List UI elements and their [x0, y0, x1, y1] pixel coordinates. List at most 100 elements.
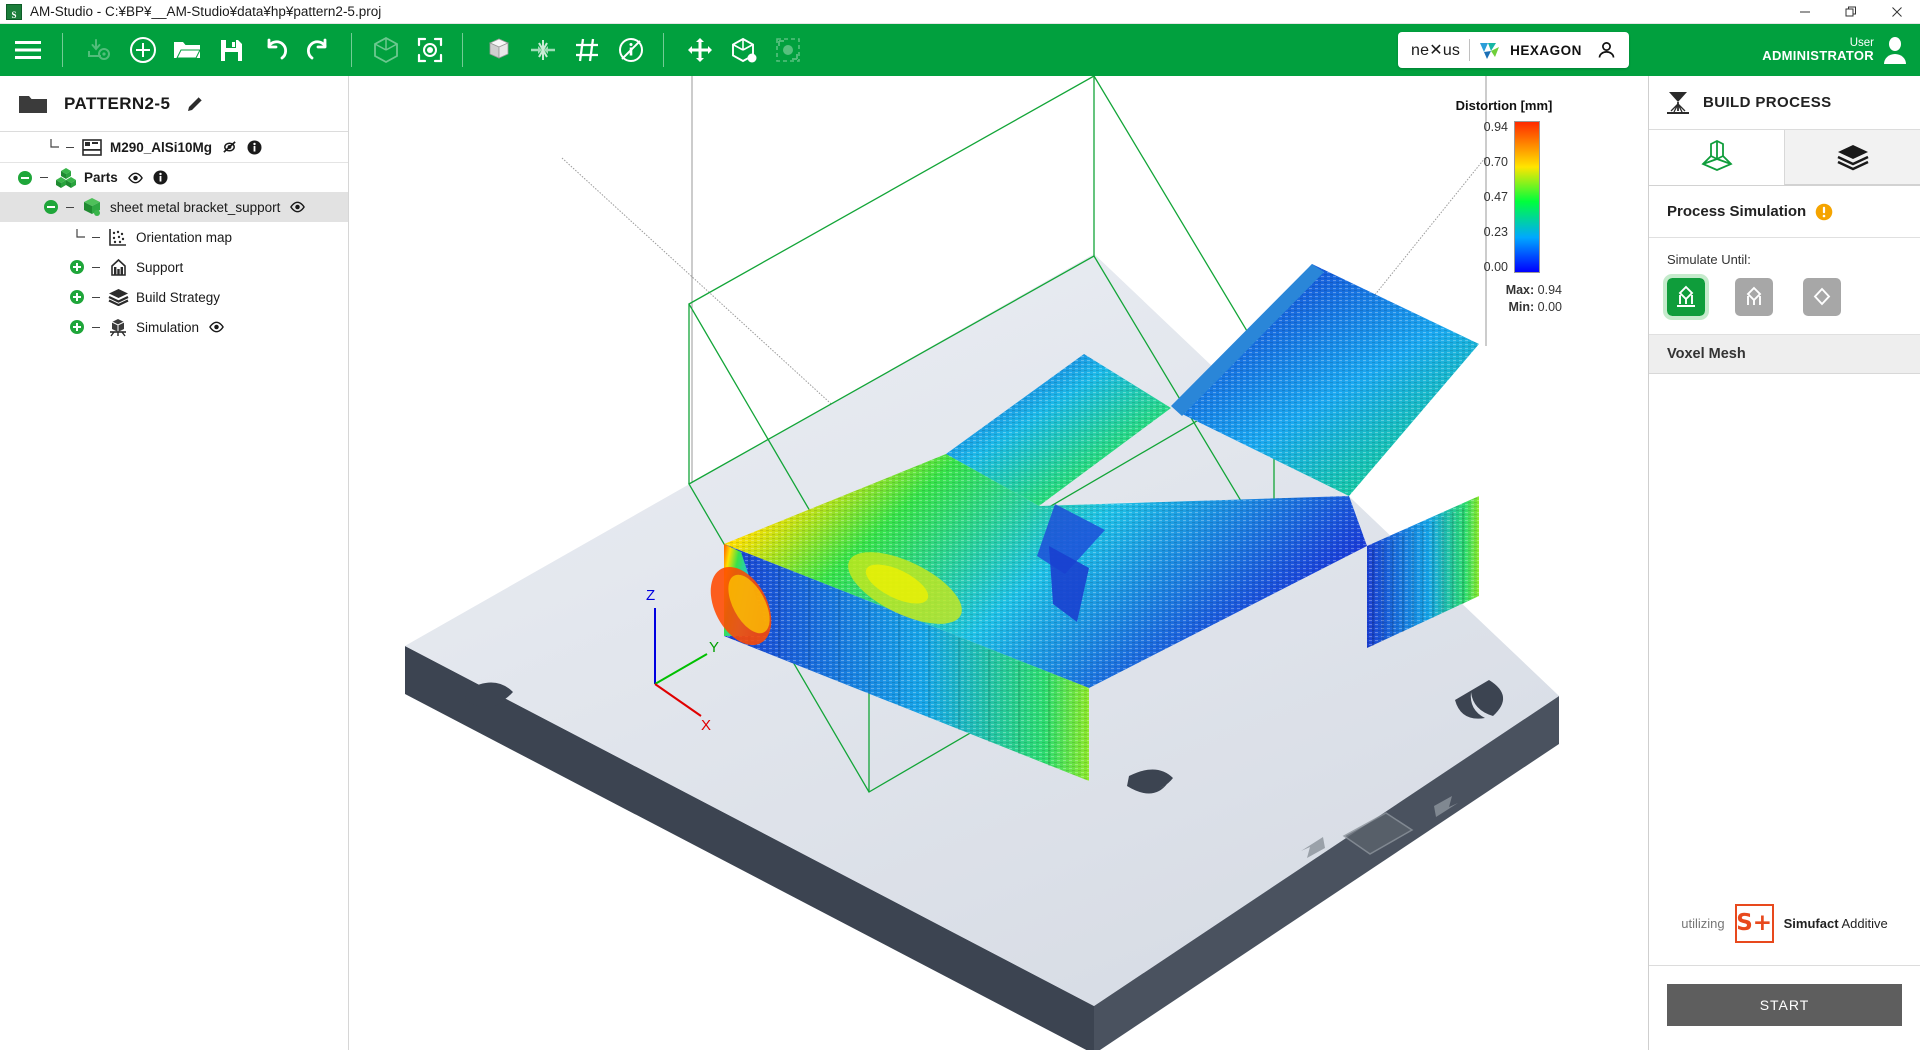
warning-exclamation-icon[interactable]: [1815, 203, 1833, 221]
user-block[interactable]: User ADMINISTRATOR: [1762, 24, 1908, 76]
info-circle-icon[interactable]: [247, 140, 262, 155]
user-avatar-icon: [1884, 37, 1906, 64]
pencil-edit-icon[interactable]: [186, 94, 205, 113]
scale-part-icon[interactable]: [766, 28, 810, 72]
info-circle-icon[interactable]: [153, 170, 168, 185]
visible-eye-icon[interactable]: [127, 170, 143, 185]
legend-minmax: Max: 0.94 Min: 0.00: [1444, 282, 1564, 316]
toolbar-divider: [62, 33, 63, 67]
close-button[interactable]: [1874, 0, 1920, 24]
part-only-icon: [1813, 287, 1831, 306]
tree-item-orientation-map[interactable]: Orientation map: [0, 222, 348, 252]
utilizing-label: utilizing: [1681, 916, 1725, 931]
place-part-icon[interactable]: [722, 28, 766, 72]
simufact-brand: Simufact: [1783, 916, 1839, 931]
nexus-hexagon-badge[interactable]: ne✕us HEXAGON: [1398, 32, 1629, 68]
restore-button[interactable]: [1828, 0, 1874, 24]
tree-item-label: Orientation map: [136, 229, 233, 245]
hidden-eye-slash-icon[interactable]: [222, 140, 237, 155]
tree-item-support[interactable]: Support: [0, 252, 348, 282]
tree-connector: [92, 296, 100, 298]
open-folder-icon[interactable]: [165, 28, 209, 72]
redo-icon[interactable]: [297, 28, 341, 72]
visible-eye-icon[interactable]: [209, 320, 224, 335]
expander-plus-icon[interactable]: [69, 319, 85, 335]
axis-label-z: Z: [646, 587, 655, 604]
simulate-until-part-button[interactable]: [1803, 278, 1841, 316]
tree-item-m290-alsi10mg[interactable]: M290_AlSi10Mg: [0, 132, 348, 162]
info-circle-icon[interactable]: [247, 140, 262, 155]
axis-label-x: X: [701, 717, 711, 734]
visible-eye-icon[interactable]: [209, 321, 224, 333]
legend-tick: 0.00: [1483, 259, 1508, 274]
visible-eye-icon[interactable]: [127, 172, 143, 184]
tree-connector: [69, 229, 85, 245]
wireframe-cube-icon[interactable]: [364, 28, 408, 72]
layers-stack-icon: [107, 287, 129, 307]
simulate-until-group: Simulate Until:: [1649, 238, 1920, 334]
machine-icon: [82, 138, 102, 156]
panel-spacer: [1649, 374, 1920, 904]
tree-item-sheet-metal-bracket-support[interactable]: sheet metal bracket_support: [0, 192, 348, 222]
undo-icon[interactable]: [253, 28, 297, 72]
window-controls: [1782, 0, 1920, 24]
tab-build-layers[interactable]: [1784, 130, 1920, 185]
panel-tabs: [1649, 130, 1920, 186]
legend-min-label: Min:: [1508, 299, 1535, 314]
hidden-eye-slash-icon[interactable]: [222, 140, 237, 154]
solid-cube-icon[interactable]: [477, 28, 521, 72]
tree-item-build-strategy[interactable]: Build Strategy: [0, 282, 348, 312]
viewport-3d[interactable]: Z Y X Distortion [mm] 0.94 0.70 0.47 0.2…: [349, 76, 1648, 1050]
legend-max-label: Max:: [1505, 283, 1535, 297]
toolbar-divider: [663, 33, 664, 67]
hamburger-menu-icon[interactable]: [6, 28, 50, 72]
folder-icon: [19, 95, 47, 113]
utilizing-block: utilizing S+ Simufact Additive: [1649, 904, 1920, 965]
build-process-panel: BUILD PROCESS Process Simulation Simulat…: [1648, 76, 1920, 1050]
account-person-icon[interactable]: [1597, 41, 1616, 60]
machine-icon: [81, 137, 103, 157]
tree-item-simulation[interactable]: Simulation: [0, 312, 348, 342]
part-on-supports-icon: [1700, 139, 1733, 171]
expander-plus-icon[interactable]: [69, 289, 85, 305]
no-info-circle-icon[interactable]: [609, 28, 653, 72]
new-plus-icon[interactable]: [121, 28, 165, 72]
tree-item-label: Build Strategy: [136, 289, 221, 305]
minimize-button[interactable]: [1782, 0, 1828, 24]
tree-connector: [92, 266, 100, 268]
expander-minus-icon[interactable]: [43, 199, 59, 215]
app-icon: [6, 3, 22, 20]
panel-title: BUILD PROCESS: [1703, 94, 1832, 111]
legend-colorbar: [1514, 121, 1540, 273]
part-supports-plate-icon: [1677, 285, 1695, 307]
info-circle-icon[interactable]: [153, 170, 168, 185]
simulate-until-supports-button[interactable]: [1735, 278, 1773, 316]
main-body: PATTERN2-5 M290_AlSi10Mg Parts sheet metal…: [0, 76, 1920, 1050]
grid-slice-icon[interactable]: [565, 28, 609, 72]
voxel-mesh-section[interactable]: Voxel Mesh: [1649, 334, 1920, 374]
simulate-until-plate-button[interactable]: [1663, 274, 1709, 320]
expander-plus-icon[interactable]: [69, 259, 85, 275]
part-cube-icon: [81, 197, 103, 217]
import-download-icon[interactable]: [77, 28, 121, 72]
layers-stack-icon: [108, 289, 128, 306]
tree-item-parts[interactable]: Parts: [0, 162, 348, 192]
process-simulation-section: Process Simulation: [1649, 186, 1920, 238]
visible-eye-icon[interactable]: [290, 200, 306, 215]
focus-target-icon[interactable]: [408, 28, 452, 72]
simulation-icon: [110, 319, 126, 337]
save-disk-icon[interactable]: [209, 28, 253, 72]
hexagon-logo-icon: [1480, 43, 1500, 59]
mesh-repair-icon[interactable]: [521, 28, 565, 72]
part-supports-icon: [1746, 286, 1762, 305]
visible-eye-icon[interactable]: [290, 201, 306, 213]
legend-tick: 0.47: [1483, 189, 1508, 204]
support-icon: [110, 258, 126, 276]
start-button[interactable]: START: [1667, 984, 1902, 1026]
part-cube-icon: [84, 198, 100, 216]
legend-title: Distortion [mm]: [1455, 98, 1553, 113]
tab-process-simulation[interactable]: [1649, 130, 1784, 185]
expander-minus-icon[interactable]: [17, 170, 33, 186]
move-arrows-icon[interactable]: [678, 28, 722, 72]
legend-min-value: 0.00: [1537, 299, 1562, 314]
